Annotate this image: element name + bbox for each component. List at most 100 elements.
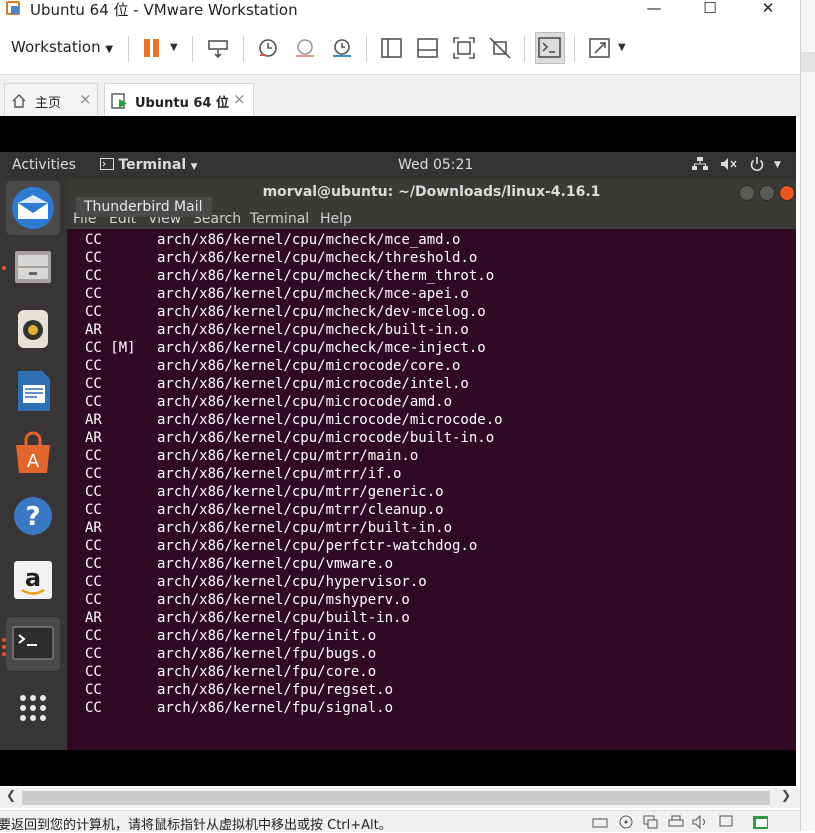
hard-disk-icon[interactable]: [592, 815, 608, 829]
thunderbird-icon[interactable]: [6, 181, 60, 235]
build-step-tag: CC: [85, 268, 102, 284]
snapshot-revert-icon[interactable]: [293, 36, 317, 60]
maximize-button[interactable]: ☐: [688, 0, 732, 20]
terminal-line: CC arch/x86/kernel/fpu/signal.o: [85, 699, 785, 717]
build-step-tag: AR: [85, 520, 102, 536]
network-adapter-icon[interactable]: [642, 815, 658, 829]
build-step-tag: CC: [85, 700, 102, 716]
terminal-maximize-button[interactable]: [759, 185, 775, 201]
send-ctrl-alt-del-icon[interactable]: [207, 36, 231, 60]
build-object-path: arch/x86/kernel/cpu/mtrr/generic.o: [157, 484, 444, 500]
build-object-path: arch/x86/kernel/cpu/vmware.o: [157, 556, 394, 572]
pause-dropdown-icon[interactable]: ▼: [170, 42, 178, 53]
terminal-app-menu[interactable]: Terminal ▼: [100, 157, 198, 173]
tab-home-close-icon[interactable]: ×: [79, 90, 92, 108]
sound-card-icon[interactable]: [692, 815, 708, 829]
build-step-tag: CC: [85, 376, 102, 392]
vm-running-icon: [111, 93, 127, 109]
build-step-tag: CC: [85, 286, 102, 302]
scrollbar-thumb[interactable]: [22, 791, 770, 805]
toolbar-divider: [574, 36, 575, 62]
running-indicator: [2, 652, 6, 656]
power-icon[interactable]: [749, 157, 765, 175]
help-icon[interactable]: ?: [6, 489, 60, 543]
build-step-tag: CC: [85, 448, 102, 464]
pause-icon[interactable]: [142, 36, 166, 60]
writer-icon[interactable]: [6, 363, 60, 417]
message-log-icon[interactable]: [752, 815, 768, 829]
build-step-tag: CC: [85, 484, 102, 500]
gnome-top-bar: Activities Terminal ▼ Wed 05:21 ▼: [0, 152, 796, 179]
terminal-line: CC arch/x86/kernel/cpu/mcheck/mce_amd.o: [85, 231, 785, 249]
terminal-line: CC arch/x86/kernel/cpu/mtrr/cleanup.o: [85, 501, 785, 519]
host-scroll-strip: [800, 0, 815, 831]
build-object-path: arch/x86/kernel/cpu/mcheck/mce_amd.o: [157, 232, 461, 248]
home-icon: [12, 94, 26, 108]
scroll-left-icon[interactable]: ❮: [6, 788, 16, 802]
build-object-path: arch/x86/kernel/cpu/mtrr/built-in.o: [157, 520, 453, 536]
printer-icon[interactable]: [668, 815, 684, 829]
files-icon[interactable]: [6, 239, 60, 293]
software-icon[interactable]: A: [6, 427, 60, 481]
system-menu-chevron-icon[interactable]: ▼: [774, 160, 781, 170]
network-icon[interactable]: [692, 157, 708, 175]
terminal-line: CC arch/x86/kernel/cpu/mtrr/generic.o: [85, 483, 785, 501]
minimize-button[interactable]: —: [632, 0, 676, 20]
build-step-tag: AR: [85, 322, 102, 338]
terminal-minimize-button[interactable]: [739, 185, 755, 201]
workstation-menu-button[interactable]: Workstation ▼: [11, 38, 113, 56]
stretch-guest-icon[interactable]: [588, 36, 612, 60]
build-object-path: arch/x86/kernel/cpu/perfctr-watchdog.o: [157, 538, 478, 554]
build-step-tag: CC: [85, 232, 102, 248]
terminal-line: CC arch/x86/kernel/cpu/mcheck/therm_throt…: [85, 267, 785, 285]
tab-ubuntu-close-icon[interactable]: ×: [233, 90, 246, 108]
terminal-icon[interactable]: [6, 617, 60, 671]
horizontal-scrollbar[interactable]: ❮ ❯: [0, 788, 800, 808]
svg-text:A: A: [27, 451, 40, 472]
vmware-title-bar: Ubuntu 64 位 - VMware Workstation — ☐ ✕: [0, 0, 800, 20]
toolbar-divider: [128, 36, 129, 62]
tab-ubuntu[interactable]: Ubuntu 64 位 ×: [104, 83, 254, 117]
display-icon[interactable]: [718, 815, 734, 829]
tab-home-label: 主页: [35, 96, 62, 111]
snapshot-take-icon[interactable]: [256, 36, 280, 60]
dock-tooltip: Thunderbird Mail: [76, 197, 212, 217]
tab-home[interactable]: 主页 ×: [4, 83, 98, 117]
console-view-button[interactable]: [535, 32, 565, 64]
build-step-tag: CC: [85, 628, 102, 644]
snapshot-manager-icon[interactable]: [330, 36, 354, 60]
terminal-close-button[interactable]: [779, 185, 795, 201]
build-object-path: arch/x86/kernel/cpu/mcheck/dev-mcelog.o: [157, 304, 486, 320]
terminal-window[interactable]: morval@ubuntu: ~/Downloads/linux-4.16.1 …: [67, 179, 796, 750]
terminal-line: CC arch/x86/kernel/cpu/microcode/core.o: [85, 357, 785, 375]
build-object-path: arch/x86/kernel/cpu/microcode/built-in.o: [157, 430, 495, 446]
full-screen-icon[interactable]: [452, 36, 476, 60]
toolbar-divider: [243, 36, 244, 62]
build-step-tag: AR: [85, 412, 102, 428]
show-apps-icon[interactable]: [6, 681, 60, 735]
thumbnail-bar-icon[interactable]: [416, 36, 440, 60]
status-bar: 要返回到您的计算机，请将鼠标指针从虚拟机中移出或按 Ctrl+Alt。: [0, 810, 800, 833]
vmware-app-icon: [6, 1, 20, 15]
unity-mode-icon[interactable]: [488, 36, 512, 60]
sidebar-toggle-icon[interactable]: [380, 36, 404, 60]
rhythmbox-icon[interactable]: [6, 301, 60, 355]
svg-text:?: ?: [25, 502, 40, 532]
volume-muted-icon[interactable]: [720, 157, 738, 175]
menu-help[interactable]: Help: [320, 211, 352, 227]
activities-button[interactable]: Activities: [12, 157, 76, 173]
clock[interactable]: Wed 05:21: [398, 157, 473, 173]
cd-dvd-icon[interactable]: [618, 815, 634, 829]
menu-terminal[interactable]: Terminal: [250, 211, 309, 227]
stretch-dropdown-icon[interactable]: ▼: [618, 42, 626, 53]
build-step-tag: CC: [85, 682, 102, 698]
amazon-icon[interactable]: a: [6, 553, 60, 607]
terminal-line: CC arch/x86/kernel/cpu/mcheck/dev-mcelog.…: [85, 303, 785, 321]
chevron-down-icon: ▼: [105, 44, 114, 55]
close-button[interactable]: ✕: [746, 0, 790, 20]
vm-console[interactable]: Activities Terminal ▼ Wed 05:21 ▼ A ? a …: [0, 116, 796, 786]
build-object-path: arch/x86/kernel/cpu/mshyperv.o: [157, 592, 410, 608]
scroll-right-icon[interactable]: ❯: [781, 788, 791, 802]
terminal-line: AR arch/x86/kernel/cpu/mcheck/built-in.o: [85, 321, 785, 339]
build-step-tag: CC: [85, 556, 102, 572]
